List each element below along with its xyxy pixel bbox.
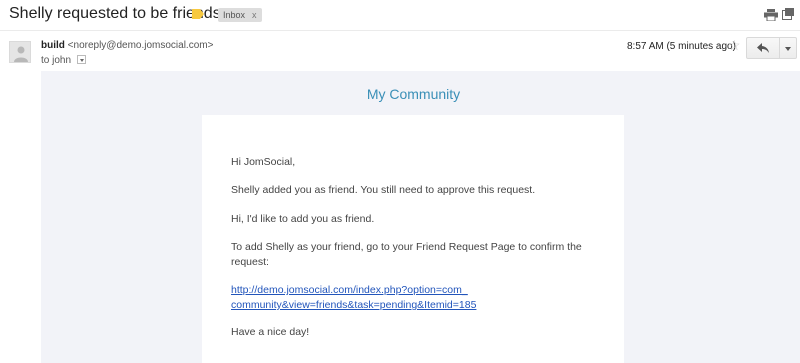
subject-bar: Shelly requested to be friends. Inbox x (0, 0, 800, 30)
message-header: build <noreply@demo.jomsocial.com> to jo… (0, 31, 800, 71)
label-marker-icon[interactable] (192, 9, 204, 19)
remove-label-button[interactable]: x (252, 10, 257, 20)
friend-added-text: Shelly added you as friend. You still ne… (231, 184, 536, 196)
message-card: Hi JomSocial, Shelly added you as friend… (202, 115, 624, 363)
reply-icon (757, 43, 769, 53)
friend-request-link[interactable]: http://demo.jomsocial.com/index.php?opti… (231, 284, 476, 311)
sender-line: build <noreply@demo.jomsocial.com> (41, 40, 213, 51)
link-line-2: community&view=friends&task=pending&Item… (231, 299, 477, 311)
recipient-prefix: to (41, 55, 50, 66)
recipient-name: john (52, 55, 72, 66)
personal-message-text: Hi, I'd like to add you as friend. (231, 213, 375, 225)
recipient-line: to john (41, 55, 86, 66)
sender-email: <noreply@demo.jomsocial.com> (67, 40, 214, 51)
link-line-1: http://demo.jomsocial.com/index.php?opti… (231, 284, 468, 296)
star-icon[interactable]: ☆ (728, 38, 741, 52)
new-window-icon[interactable] (782, 8, 794, 20)
print-icon[interactable] (764, 9, 778, 21)
greeting-text: Hi JomSocial, (231, 156, 296, 168)
community-title: My Community (366, 86, 461, 102)
instruction-text: To add Shelly as your friend, go to your… (231, 241, 582, 268)
closing-text: Have a nice day! (231, 326, 310, 338)
reply-button[interactable] (746, 37, 780, 59)
more-actions-button[interactable] (779, 37, 797, 59)
message-time: 8:57 AM (5 minutes ago) (627, 41, 736, 52)
inbox-label: Inbox x (218, 8, 262, 22)
recipient-details-dropdown[interactable] (76, 55, 86, 64)
inbox-label-text: Inbox (223, 10, 246, 20)
friend-request-link-block: http://demo.jomsocial.com/index.php?opti… (231, 283, 601, 313)
avatar[interactable] (9, 41, 31, 63)
avatar-icon (14, 46, 28, 62)
email-body: My Community Hi JomSocial, Shelly added … (41, 71, 800, 363)
sender-name[interactable]: build (41, 40, 65, 51)
